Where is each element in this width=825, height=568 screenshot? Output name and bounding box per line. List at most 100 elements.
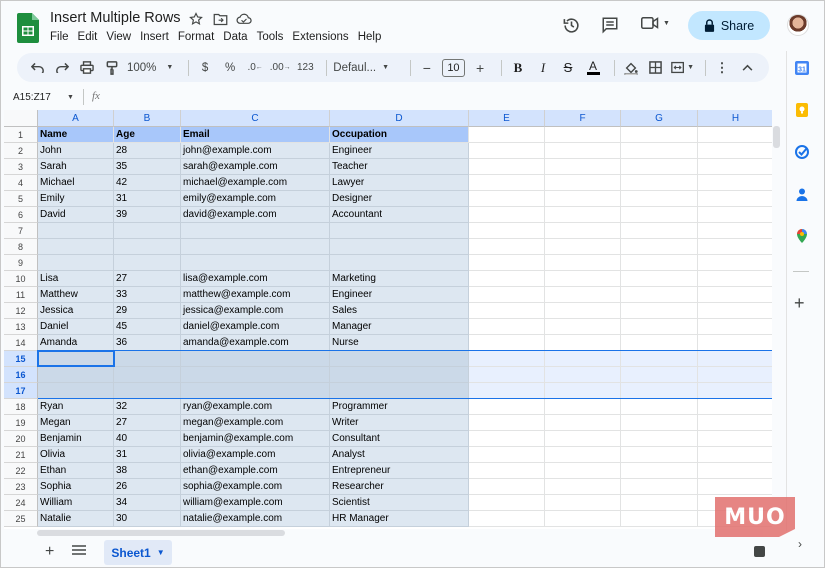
explore-icon[interactable] [754,546,765,557]
table-cell[interactable]: 27 [114,415,181,431]
row-header[interactable]: 16 [4,367,38,383]
table-cell[interactable] [469,207,545,223]
row-header[interactable]: 1 [4,127,38,143]
font-size-input[interactable]: 10 [441,58,466,77]
table-cell[interactable] [469,127,545,143]
more-formats-button[interactable]: 123 [295,57,315,79]
table-cell[interactable] [698,463,772,479]
table-cell[interactable] [38,367,114,383]
table-cell[interactable]: 31 [114,191,181,207]
table-cell[interactable]: Analyst [330,447,469,463]
table-cell[interactable]: HR Manager [330,511,469,527]
table-cell[interactable] [621,479,698,495]
table-cell[interactable]: Sophia [38,479,114,495]
merge-cells-icon[interactable]: ▼ [671,57,694,79]
table-cell[interactable]: Michael [38,175,114,191]
table-cell[interactable] [545,239,621,255]
add-sheet-icon[interactable]: + [45,543,54,561]
table-cell[interactable]: 39 [114,207,181,223]
table-cell[interactable] [621,207,698,223]
table-cell[interactable]: emily@example.com [181,191,330,207]
table-cell[interactable]: 36 [114,335,181,351]
table-cell[interactable] [469,239,545,255]
table-cell[interactable] [698,447,772,463]
text-color-button[interactable]: A [583,57,603,79]
decrease-decimal-button[interactable]: .0 ← [245,57,265,79]
table-cell[interactable] [621,447,698,463]
table-cell[interactable]: Engineer [330,143,469,159]
row-header[interactable]: 21 [4,447,38,463]
table-cell[interactable]: Megan [38,415,114,431]
menu-view[interactable]: View [106,31,136,43]
borders-icon[interactable] [646,57,666,79]
table-cell[interactable] [469,175,545,191]
table-cell[interactable] [545,383,621,399]
bold-button[interactable]: B [508,57,528,79]
table-cell[interactable]: david@example.com [181,207,330,223]
table-cell[interactable]: 28 [114,143,181,159]
row-header[interactable]: 4 [4,175,38,191]
document-title[interactable]: Insert Multiple Rows [50,10,181,26]
row-header[interactable]: 15 [4,351,38,367]
table-cell[interactable] [545,127,621,143]
table-cell[interactable]: Writer [330,415,469,431]
meet-button[interactable]: ▼ [641,16,670,30]
table-cell[interactable] [469,479,545,495]
table-cell[interactable] [698,319,772,335]
table-cell[interactable] [469,415,545,431]
all-sheets-menu-icon[interactable] [72,545,86,555]
table-cell[interactable]: sarah@example.com [181,159,330,175]
table-cell[interactable]: 30 [114,511,181,527]
row-header[interactable]: 2 [4,143,38,159]
menu-help[interactable]: Help [358,31,387,43]
table-cell[interactable] [330,239,469,255]
table-cell[interactable]: 35 [114,159,181,175]
table-cell[interactable]: John [38,143,114,159]
table-cell[interactable] [621,383,698,399]
table-cell[interactable] [114,223,181,239]
row-header[interactable]: 14 [4,335,38,351]
table-cell[interactable] [38,255,114,271]
table-cell[interactable]: Entrepreneur [330,463,469,479]
row-header[interactable]: 11 [4,287,38,303]
table-cell[interactable] [469,399,545,415]
table-cell[interactable]: Ryan [38,399,114,415]
table-cell[interactable] [545,415,621,431]
column-header-d[interactable]: D [330,110,469,127]
table-cell[interactable] [621,431,698,447]
row-header[interactable]: 24 [4,495,38,511]
table-cell[interactable]: benjamin@example.com [181,431,330,447]
table-cell[interactable] [545,463,621,479]
table-cell[interactable] [114,239,181,255]
table-cell[interactable] [621,159,698,175]
row-header[interactable]: 10 [4,271,38,287]
table-cell[interactable] [469,335,545,351]
table-cell[interactable] [621,287,698,303]
table-cell[interactable]: Jessica [38,303,114,319]
table-cell[interactable] [38,383,114,399]
table-cell[interactable]: amanda@example.com [181,335,330,351]
table-cell[interactable] [698,191,772,207]
table-cell[interactable] [469,383,545,399]
table-cell[interactable] [545,175,621,191]
table-cell[interactable] [545,511,621,527]
more-options-icon[interactable]: ⋮ [712,57,732,79]
table-cell[interactable] [38,223,114,239]
sheet-tab-sheet1[interactable]: Sheet1 ▼ [104,540,172,565]
column-header-c[interactable]: C [181,110,330,127]
table-cell[interactable]: daniel@example.com [181,319,330,335]
menu-tools[interactable]: Tools [257,31,289,43]
table-cell[interactable] [545,399,621,415]
column-header-b[interactable]: B [114,110,181,127]
table-cell[interactable] [469,223,545,239]
row-header[interactable]: 9 [4,255,38,271]
strikethrough-button[interactable]: S [558,57,578,79]
keep-icon[interactable] [795,103,809,117]
table-cell[interactable] [38,239,114,255]
table-header-cell[interactable]: Age [114,127,181,143]
table-cell[interactable]: matthew@example.com [181,287,330,303]
table-cell[interactable] [621,271,698,287]
table-cell[interactable] [114,255,181,271]
menu-edit[interactable]: Edit [78,31,103,43]
table-cell[interactable]: lisa@example.com [181,271,330,287]
